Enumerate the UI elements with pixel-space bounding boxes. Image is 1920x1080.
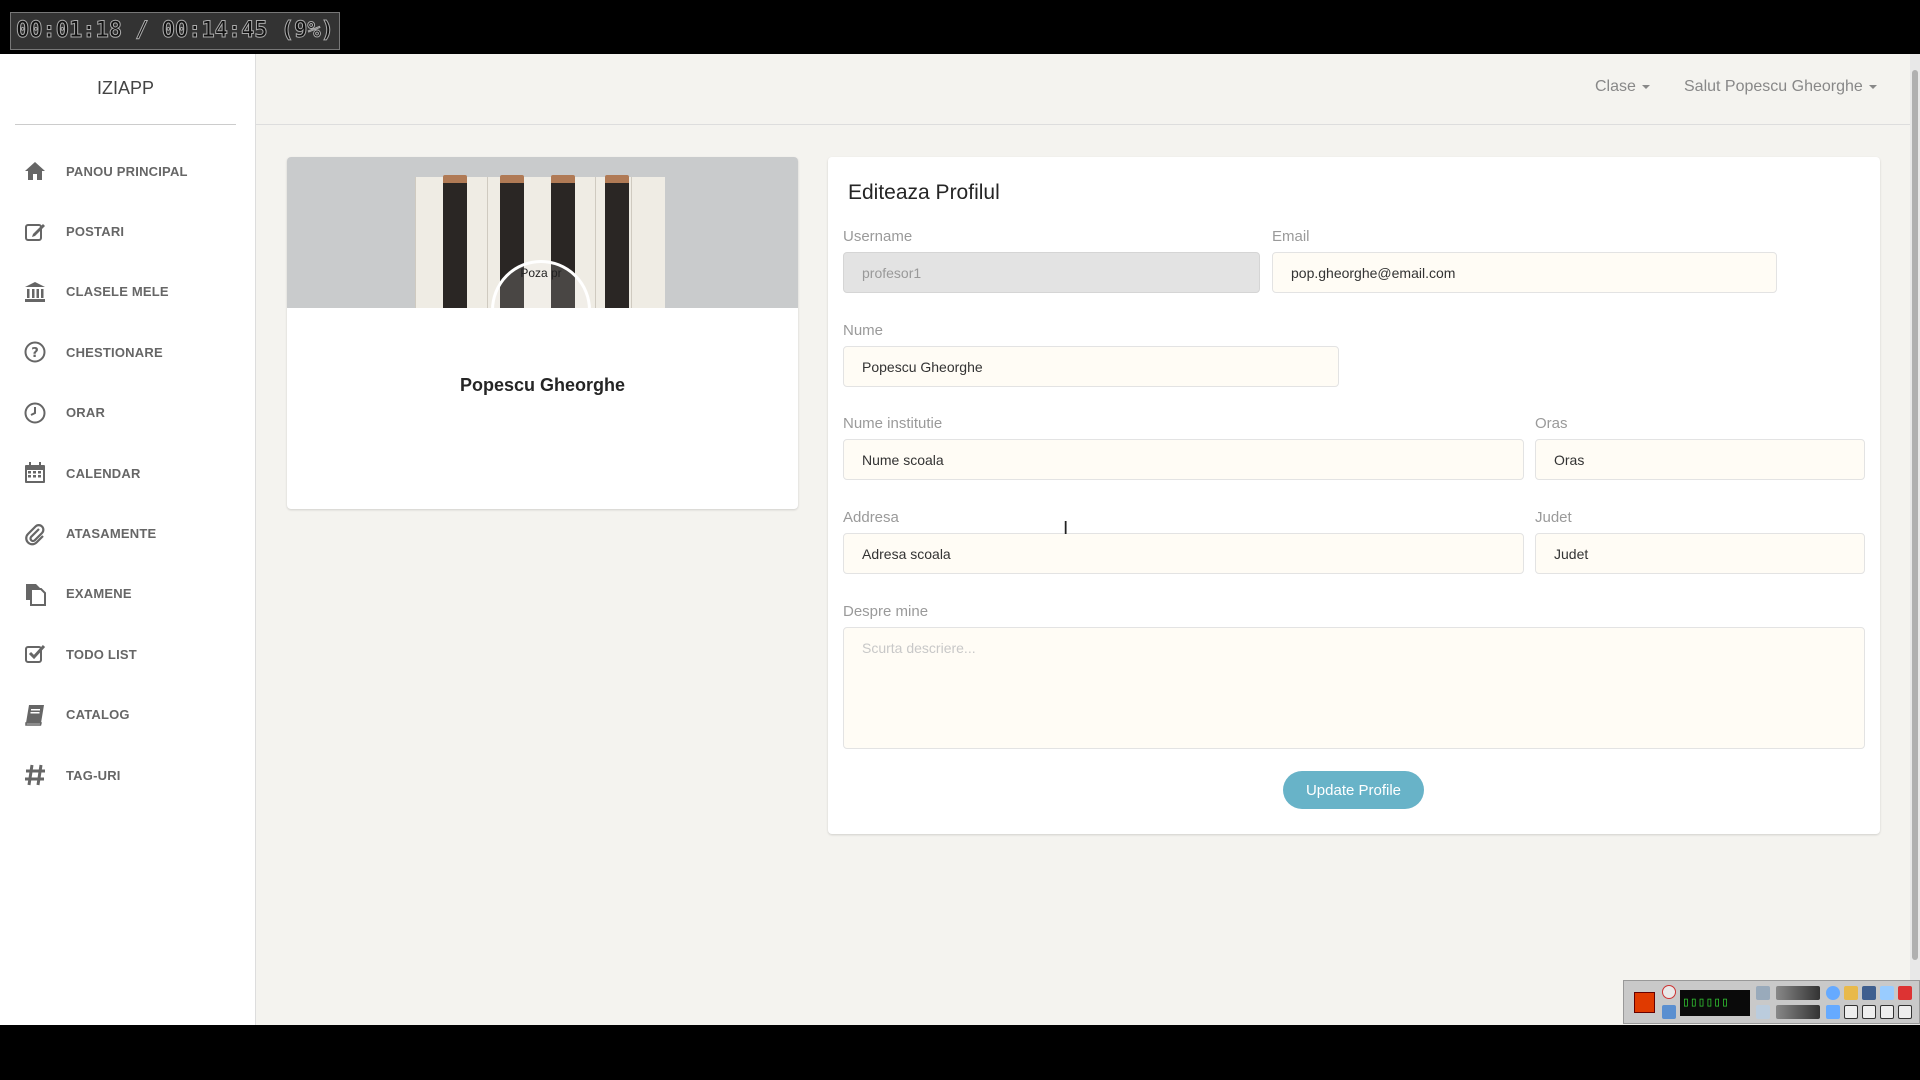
fullscreen-icon[interactable] — [1844, 1005, 1858, 1019]
home-icon — [22, 158, 48, 184]
microphone-icon[interactable] — [1756, 1005, 1770, 1019]
sidebar-item-label: POSTARI — [66, 224, 125, 240]
volume-level-icon — [1776, 986, 1820, 1000]
recorder-tray: ▯▯▯▯▯▯ — [1623, 980, 1920, 1024]
clock-icon — [22, 400, 48, 426]
name-field[interactable] — [843, 346, 1339, 387]
volume-icon[interactable] — [1756, 986, 1770, 1000]
cursor-icon[interactable] — [1880, 986, 1894, 1000]
avatar[interactable]: Poza pr — [491, 260, 591, 360]
sidebar-item-chestionare[interactable]: ? CHESTIONARE — [0, 322, 256, 382]
name-label: Nume — [843, 322, 884, 339]
update-profile-button[interactable]: Update Profile — [1283, 771, 1424, 809]
sidebar-item-label: CALENDAR — [66, 465, 141, 481]
checkbox-icon — [22, 641, 48, 667]
sidebar-item-postari[interactable]: POSTARI — [0, 201, 256, 261]
text-cursor-icon: I — [1063, 518, 1069, 539]
top-navbar: Clase Salut Popescu Gheorghe — [256, 54, 1910, 125]
files-icon — [22, 581, 48, 607]
app-logo[interactable]: IZIAPP — [15, 54, 236, 125]
email-label: Email — [1272, 228, 1310, 245]
sidebar-item-label: CLASELE MELE — [66, 284, 169, 300]
caret-down-icon — [1868, 84, 1877, 89]
sidebar-item-label: EXAMENE — [66, 586, 132, 602]
stop-record-icon[interactable] — [1634, 992, 1655, 1013]
sidebar-item-tag-uri[interactable]: TAG-URI — [0, 745, 256, 805]
sidebar-item-todo-list[interactable]: TODO LIST — [0, 624, 256, 684]
mic-level-icon — [1776, 1005, 1820, 1019]
edit-icon — [22, 219, 48, 245]
county-label: Judet — [1535, 509, 1572, 526]
city-label: Oras — [1535, 415, 1568, 432]
monitor-icon[interactable] — [1880, 1005, 1894, 1019]
county-field[interactable] — [1535, 533, 1865, 574]
sidebar-item-label: ORAR — [66, 405, 106, 421]
sidebar-item-calendar[interactable]: CALENDAR — [0, 443, 256, 503]
about-label: Despre mine — [843, 603, 929, 620]
institution-label: Nume institutie — [843, 415, 943, 432]
profile-card: Poza pr Popescu Gheorghe — [287, 157, 798, 509]
question-icon: ? — [22, 339, 48, 365]
username-field[interactable] — [843, 252, 1260, 293]
email-field[interactable] — [1272, 252, 1777, 293]
city-field[interactable] — [1535, 439, 1865, 480]
recorder-counter: ▯▯▯▯▯▯ — [1680, 990, 1750, 1016]
recording-bar: 00:01:18 / 00:14:45 (9%) — [0, 0, 1920, 54]
sidebar-item-label: TAG-URI — [66, 767, 121, 783]
calendar-icon — [22, 460, 48, 486]
folder-icon[interactable] — [1844, 986, 1858, 1000]
profile-name: Popescu Gheorghe — [459, 375, 626, 395]
sidebar-item-orar[interactable]: ORAR — [0, 383, 256, 443]
username-label: Username — [843, 228, 913, 245]
window-icon[interactable] — [1862, 1005, 1876, 1019]
sidebar-item-label: ATASAMENTE — [66, 526, 157, 542]
sidebar-item-catalog[interactable]: CATALOG — [0, 685, 256, 745]
close-icon[interactable] — [1898, 986, 1912, 1000]
alarm-icon[interactable] — [1662, 985, 1676, 999]
scrollbar-thumb[interactable] — [1912, 70, 1918, 960]
edit-profile-title: Editeaza Profilul — [848, 181, 1000, 204]
globe-icon[interactable] — [1826, 1005, 1840, 1019]
sidebar-item-examene[interactable]: EXAMENE — [0, 564, 256, 624]
page-scrollbar[interactable] — [1910, 54, 1920, 1025]
avatar-alt-text: Poza pr — [520, 266, 562, 280]
settings-icon[interactable] — [1862, 986, 1876, 1000]
pause-icon[interactable] — [1662, 1005, 1676, 1019]
recording-timer: 00:01:18 / 00:14:45 (9%) — [10, 12, 340, 50]
classes-dropdown[interactable]: Clase — [1595, 78, 1650, 96]
book-icon — [22, 702, 48, 728]
sidebar-nav: PANOU PRINCIPAL POSTARI CLASELE MELE ? C… — [0, 141, 256, 805]
sidebar: IZIAPP PANOU PRINCIPAL POSTARI CLASELE M… — [0, 54, 256, 1025]
edit-profile-card: Editeaza Profilul Username Email Nume Nu… — [828, 157, 1880, 834]
caret-down-icon — [1641, 84, 1650, 89]
region-icon[interactable] — [1898, 1005, 1912, 1019]
webcam-icon[interactable] — [1826, 986, 1840, 1000]
bank-icon — [22, 279, 48, 305]
sidebar-item-clasele-mele[interactable]: CLASELE MELE — [0, 262, 256, 322]
user-dropdown-label: Salut Popescu Gheorghe — [1684, 78, 1863, 95]
sidebar-item-panou-principal[interactable]: PANOU PRINCIPAL — [0, 141, 256, 201]
bottom-bar — [0, 1025, 1920, 1080]
svg-text:?: ? — [31, 346, 39, 361]
address-label: Addresa — [843, 509, 899, 526]
address-field[interactable] — [843, 533, 1524, 574]
paperclip-icon — [22, 521, 48, 547]
sidebar-item-label: CATALOG — [66, 707, 130, 723]
app-window: IZIAPP PANOU PRINCIPAL POSTARI CLASELE M… — [0, 54, 1910, 1025]
sidebar-item-atasamente[interactable]: ATASAMENTE — [0, 503, 256, 563]
institution-field[interactable] — [843, 439, 1524, 480]
about-textarea[interactable] — [843, 627, 1865, 749]
sidebar-item-label: TODO LIST — [66, 646, 137, 662]
sidebar-item-label: PANOU PRINCIPAL — [66, 163, 188, 179]
user-dropdown[interactable]: Salut Popescu Gheorghe — [1684, 78, 1877, 96]
hashtag-icon — [22, 762, 48, 788]
sidebar-item-label: CHESTIONARE — [66, 344, 163, 360]
classes-dropdown-label: Clase — [1595, 78, 1636, 95]
